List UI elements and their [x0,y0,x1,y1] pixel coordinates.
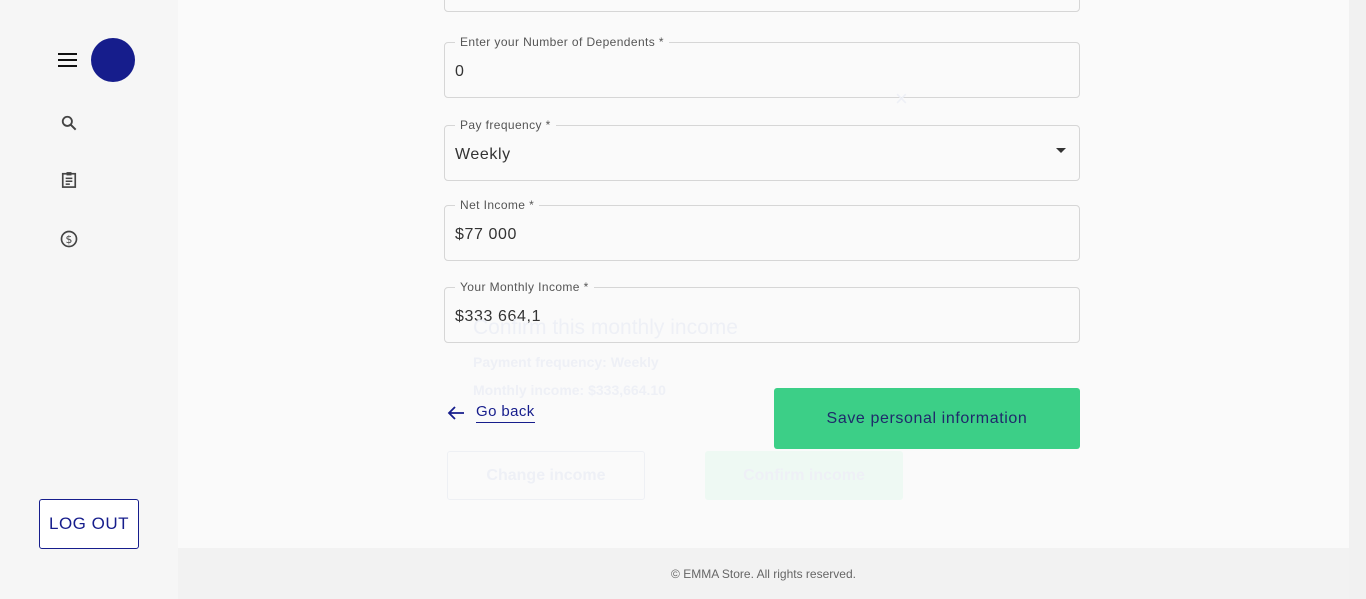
net-income-label: Net Income * [455,198,540,212]
scrollbar[interactable] [1349,0,1366,599]
menu-icon[interactable] [58,53,77,67]
dependents-value[interactable]: 0 [455,63,465,81]
sidebar: $ LOG OUT [0,0,178,599]
footer: © EMMA Store. All rights reserved. [178,548,1349,599]
dollar-icon[interactable]: $ [59,229,79,249]
monthly-income-label: Your Monthly Income * [455,280,594,294]
arrow-left-icon [447,406,464,420]
net-income-field[interactable]: Net Income * $77 000 [444,198,1080,261]
confirm-income-button[interactable]: Confirm income [705,451,903,500]
change-income-button[interactable]: Change income [447,451,645,500]
svg-text:$: $ [66,233,73,246]
net-income-value[interactable]: $77 000 [455,226,517,244]
pay-frequency-value: Weekly [455,146,511,163]
modal-income: Monthly income: $333,664.10 [473,382,666,398]
pay-frequency-label: Pay frequency * [455,118,556,132]
dependents-label: Enter your Number of Dependents * [455,35,669,49]
dependents-field[interactable]: Enter your Number of Dependents * 0 [444,35,1080,98]
logout-button[interactable]: LOG OUT [39,499,139,549]
avatar[interactable] [91,38,135,82]
search-icon[interactable] [59,113,79,133]
modal-frequency: Payment frequency: Weekly [473,354,659,370]
go-back-link[interactable]: Go back [446,403,535,423]
save-personal-information-button[interactable]: Save personal information [774,388,1080,449]
pay-frequency-select[interactable]: Pay frequency * Weekly [444,118,1080,181]
modal-title: Confirm this monthly income [473,316,738,339]
previous-field[interactable] [444,0,1080,12]
chevron-down-icon[interactable] [1056,148,1066,153]
modal-close-icon[interactable]: × [895,86,908,112]
clipboard-icon[interactable] [59,170,79,190]
go-back-label: Go back [476,403,535,423]
